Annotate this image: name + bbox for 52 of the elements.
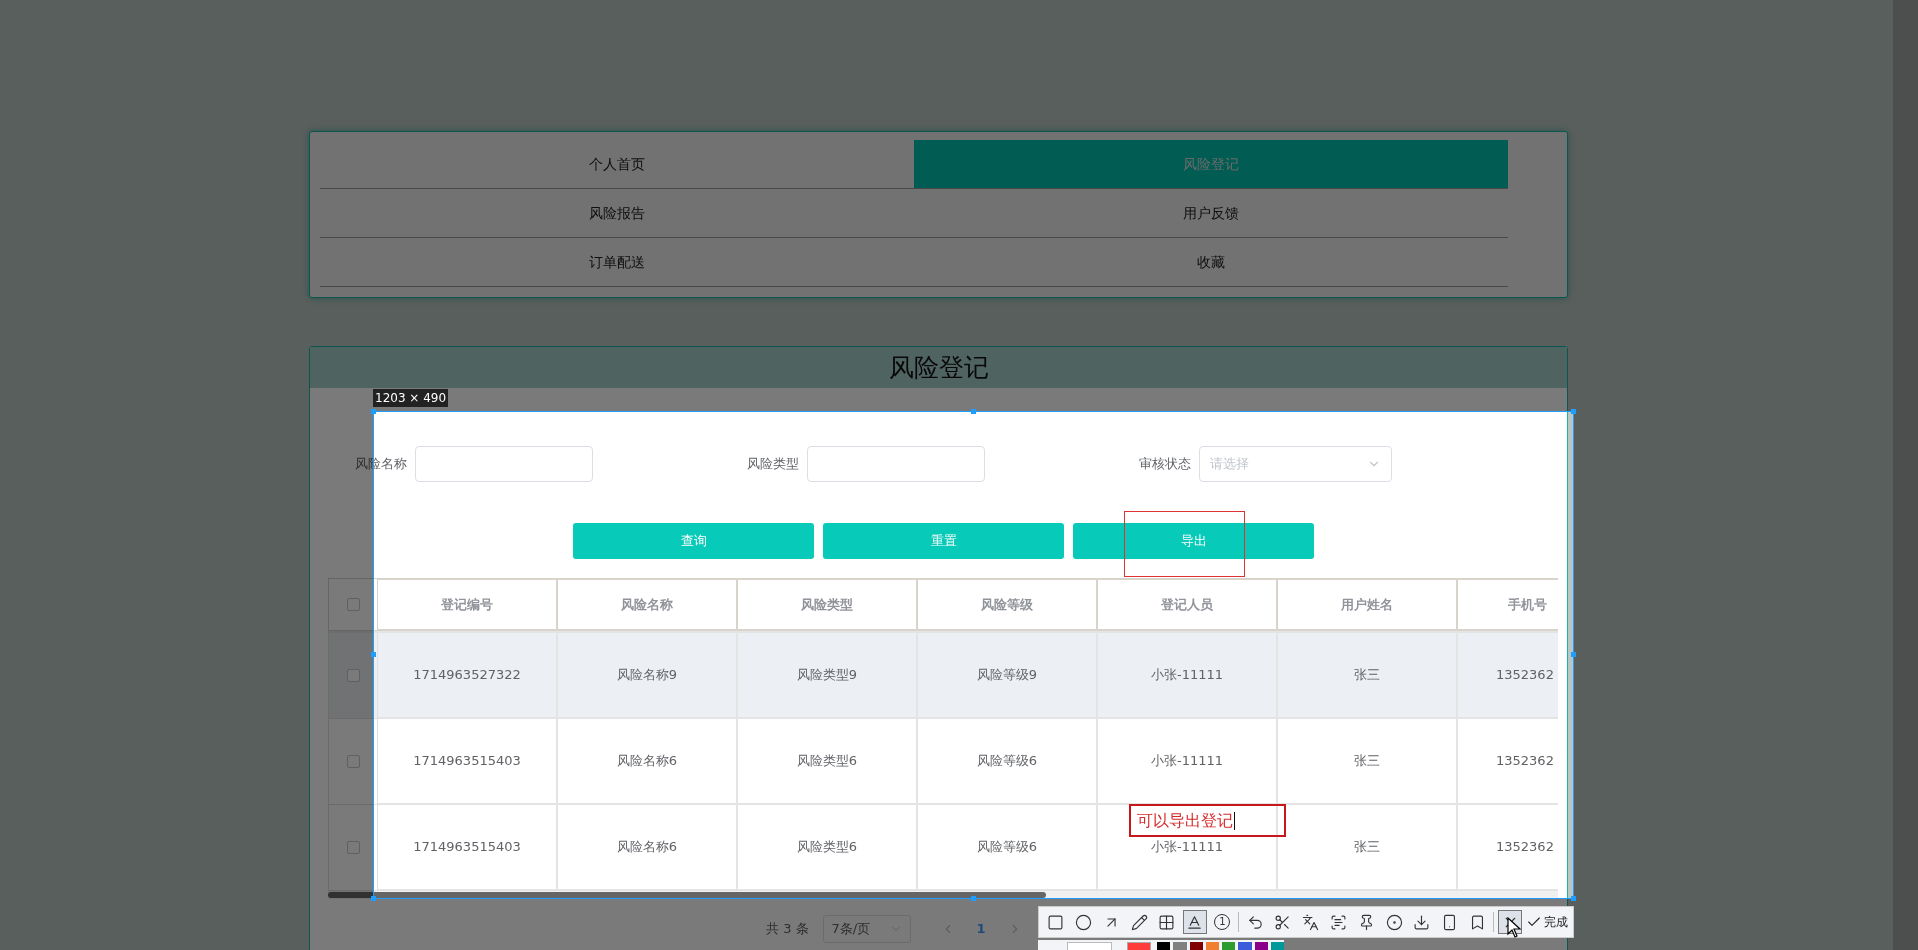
color-swatch[interactable] xyxy=(1126,942,1152,950)
color-swatch[interactable] xyxy=(1238,942,1252,950)
resize-handle[interactable] xyxy=(1571,896,1576,901)
action-button[interactable]: 查询 xyxy=(573,523,814,559)
size-label: 1203 × 490 xyxy=(373,389,449,407)
done-button[interactable]: 完成 xyxy=(1526,913,1568,931)
page-number[interactable]: 1 xyxy=(968,919,994,939)
resize-handle[interactable] xyxy=(371,896,376,901)
column-header: 风险类型 xyxy=(738,578,918,631)
scrollbar-thumb[interactable] xyxy=(328,892,1046,898)
color-swatch[interactable] xyxy=(1173,942,1187,950)
resize-handle[interactable] xyxy=(971,896,976,901)
nav-tab[interactable]: 风险报告 xyxy=(320,189,914,238)
column-header: 风险等级 xyxy=(918,578,1098,631)
color-swatch[interactable] xyxy=(1205,942,1220,950)
panel-title: 风险登记 xyxy=(888,351,989,384)
resize-handle[interactable] xyxy=(1571,409,1576,414)
filter-label: 审核状态 xyxy=(1138,455,1191,474)
nav-tab[interactable]: 用户反馈 xyxy=(914,189,1508,238)
annotation-text[interactable]: 可以导出登记 xyxy=(1129,804,1286,837)
column-header: 风险名称 xyxy=(558,578,738,631)
color-swatch[interactable] xyxy=(1157,942,1171,950)
color-swatch[interactable] xyxy=(1222,942,1236,950)
filter-label: 风险类型 xyxy=(746,455,799,474)
action-button[interactable]: 重置 xyxy=(823,523,1064,559)
nav-tab[interactable]: 订单配送 xyxy=(320,238,914,287)
input-field[interactable] xyxy=(415,446,593,482)
checkbox[interactable] xyxy=(346,598,360,611)
nav-tab[interactable]: 个人首页 xyxy=(320,140,914,189)
resize-handle[interactable] xyxy=(1571,652,1576,657)
text-tool-icon[interactable] xyxy=(1182,910,1207,934)
checkbox[interactable] xyxy=(346,669,360,682)
resize-handle[interactable] xyxy=(371,652,376,657)
checkbox[interactable] xyxy=(346,841,360,854)
number-tool[interactable]: 1 xyxy=(1210,910,1235,934)
checkbox[interactable] xyxy=(346,755,360,768)
color-swatch[interactable] xyxy=(1270,942,1284,950)
column-header: 用户姓名 xyxy=(1278,578,1458,631)
column-header: 登记人员 xyxy=(1098,578,1278,631)
cursor-icon xyxy=(1507,917,1522,939)
column-header: 登记编号 xyxy=(378,578,558,631)
resize-handle[interactable] xyxy=(371,409,376,414)
resize-handle[interactable] xyxy=(971,409,976,414)
nav-tab[interactable]: 收藏 xyxy=(914,238,1508,287)
color-swatch[interactable] xyxy=(1189,942,1203,950)
column-header: 手机号 xyxy=(1458,578,1558,631)
total-count: 共 3 条 xyxy=(766,920,809,939)
color-swatch[interactable] xyxy=(1254,942,1268,950)
page-size-select[interactable]: 7条/页 xyxy=(822,915,911,943)
action-button[interactable]: 导出 xyxy=(1073,523,1314,559)
input-field[interactable] xyxy=(807,446,985,482)
annotation-rectangle[interactable] xyxy=(1124,511,1245,577)
